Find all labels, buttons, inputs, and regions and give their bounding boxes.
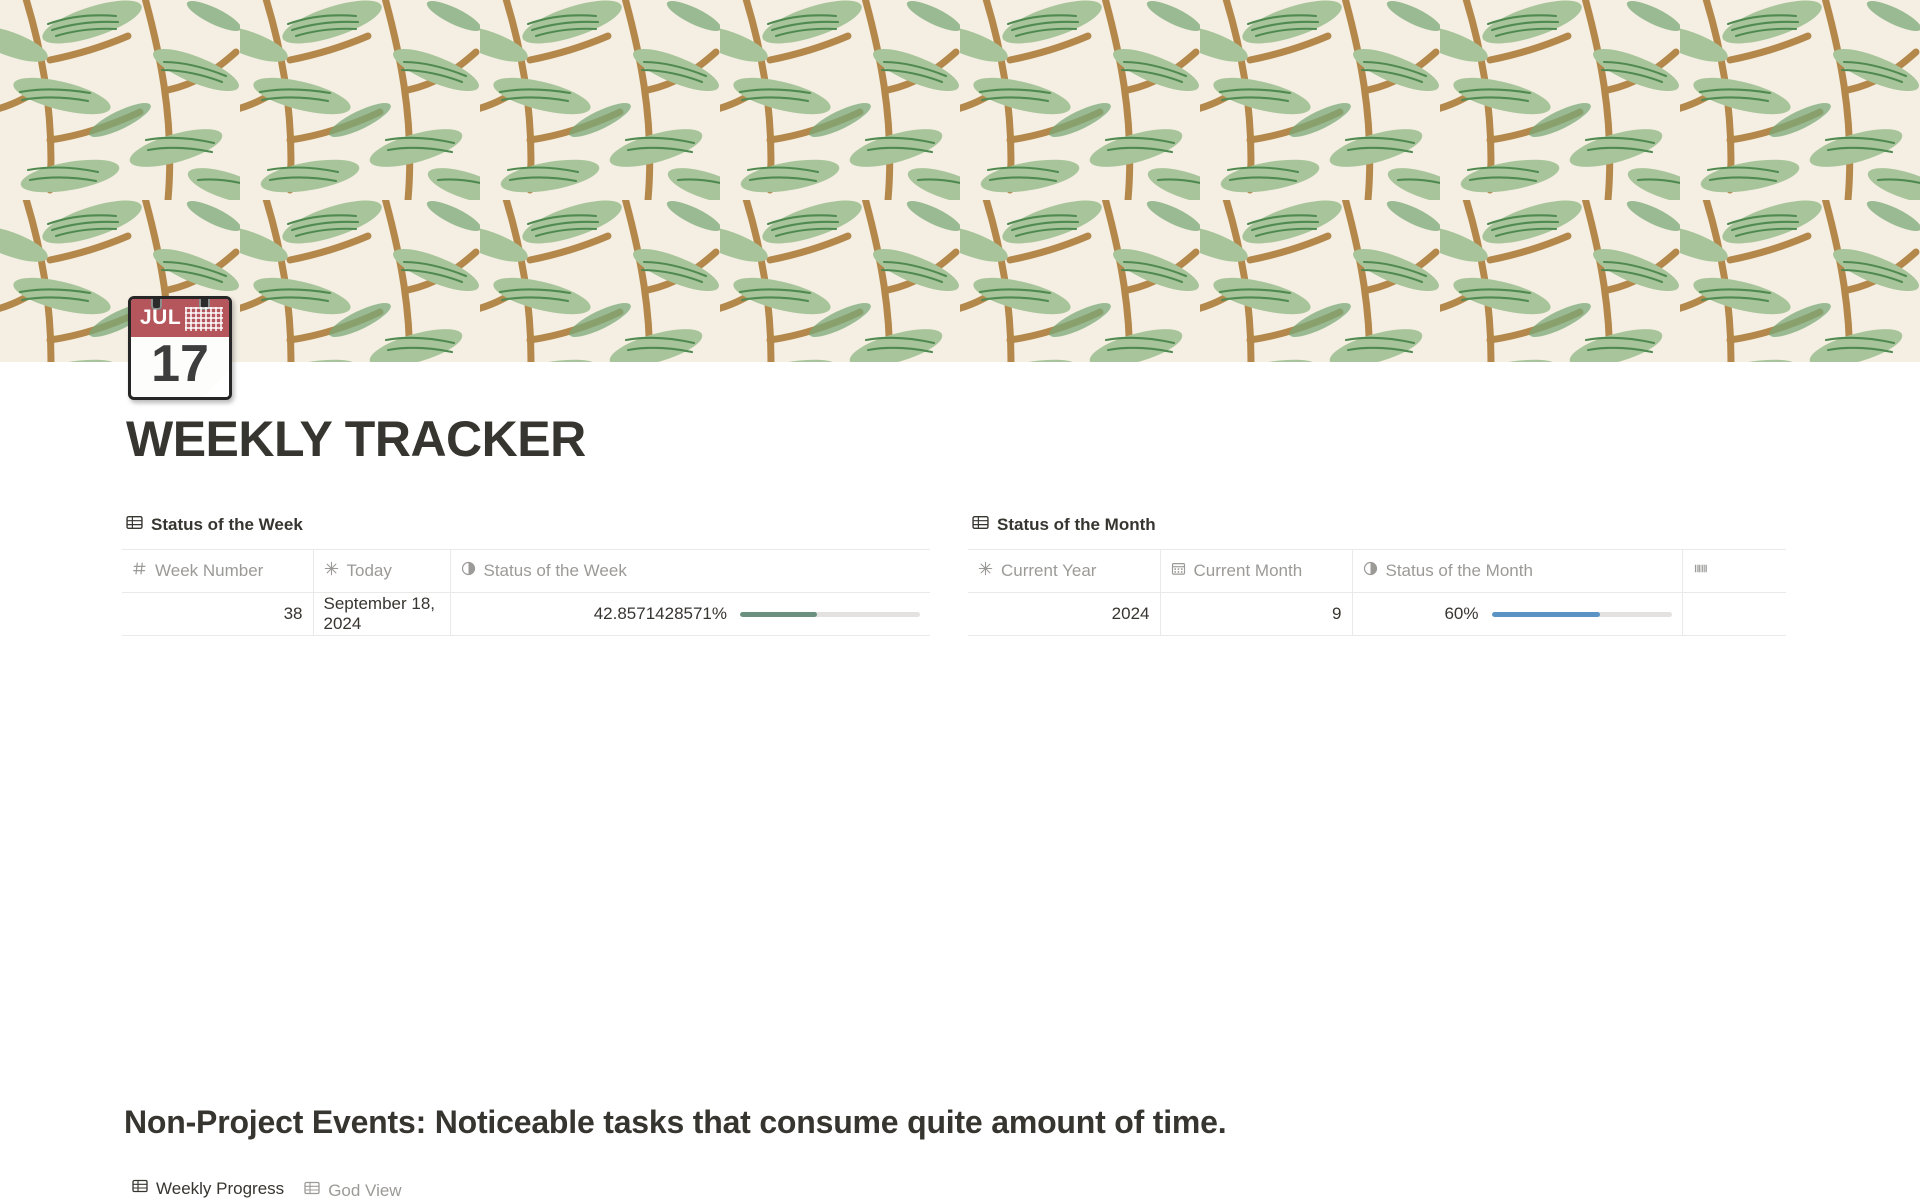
table-icon xyxy=(132,1178,148,1199)
status-of-the-week-block: Status of the Week Week Number Today Sta… xyxy=(122,514,930,636)
cell-status-month[interactable]: 60% xyxy=(1352,592,1683,636)
cell-status-week[interactable]: 42.8571428571% xyxy=(450,592,930,636)
status-week-value: 42.8571428571% xyxy=(593,604,727,623)
number-icon xyxy=(132,561,147,581)
table-icon xyxy=(126,514,143,536)
col-today-label: Today xyxy=(346,561,392,580)
table-icon xyxy=(972,514,989,536)
col-current-month[interactable]: Current Month xyxy=(1160,549,1353,593)
calendar-mini-grid xyxy=(185,307,223,331)
col-barcode[interactable] xyxy=(1682,549,1786,593)
page-banner xyxy=(0,0,1920,362)
tab-weekly-progress[interactable]: Weekly Progress xyxy=(124,1178,292,1199)
view-tabs: Weekly Progress God View xyxy=(124,1174,1804,1199)
col-status-week[interactable]: Status of the Week xyxy=(450,549,930,593)
status-week-header-row: Week Number Today Status of the Week xyxy=(122,549,930,593)
tab-god-view-label: God View xyxy=(328,1180,402,1199)
status-week-row[interactable]: 38 September 18, 2024 42.8571428571% xyxy=(122,592,930,636)
tab-weekly-progress-label: Weekly Progress xyxy=(156,1178,285,1198)
formula-icon xyxy=(978,561,993,581)
table-icon xyxy=(304,1180,320,1199)
col-week-number-label: Week Number xyxy=(155,561,264,580)
banner-pattern xyxy=(0,0,1920,362)
col-status-month[interactable]: Status of the Month xyxy=(1352,549,1683,593)
status-week-progress-bar xyxy=(740,611,920,617)
date-icon xyxy=(1171,561,1186,581)
barcode-icon xyxy=(1693,561,1709,581)
col-week-number[interactable]: Week Number xyxy=(122,549,314,593)
section-heading[interactable]: Non-Project Events: Noticeable tasks tha… xyxy=(124,1104,1227,1141)
calendar-icon: JUL 17 xyxy=(128,296,232,400)
col-status-week-label: Status of the Week xyxy=(483,561,627,580)
status-month-progress-bar xyxy=(1491,611,1672,617)
status-month-row[interactable]: 2024 9 60% xyxy=(968,592,1786,636)
calendar-month-label: JUL xyxy=(140,306,182,329)
status-month-table: Current Year Current Month Status of the… xyxy=(968,549,1786,636)
formula-icon xyxy=(324,561,339,581)
status-tables-row: Status of the Week Week Number Today Sta… xyxy=(0,514,1920,636)
calendar-icon-header: JUL xyxy=(131,299,229,337)
cell-current-year[interactable]: 2024 xyxy=(968,592,1161,636)
progress-icon xyxy=(461,561,476,581)
cell-current-month[interactable]: 9 xyxy=(1160,592,1353,636)
status-of-the-month-block: Status of the Month Current Year Current… xyxy=(968,514,1786,636)
col-status-month-label: Status of the Month xyxy=(1385,561,1533,580)
cell-barcode[interactable] xyxy=(1682,592,1786,636)
status-month-db-name: Status of the Month xyxy=(997,515,1156,534)
status-week-table: Week Number Today Status of the Week 38 xyxy=(122,549,930,636)
col-current-month-label: Current Month xyxy=(1193,561,1303,580)
col-today[interactable]: Today xyxy=(313,549,451,593)
col-current-year[interactable]: Current Year xyxy=(968,549,1161,593)
cell-week-number[interactable]: 38 xyxy=(122,592,314,636)
status-week-db-title[interactable]: Status of the Week xyxy=(122,514,930,536)
status-month-db-title[interactable]: Status of the Month xyxy=(968,514,1786,536)
calendar-page-fold xyxy=(203,371,229,397)
status-week-db-name: Status of the Week xyxy=(151,515,303,534)
progress-icon xyxy=(1363,561,1378,581)
cell-today[interactable]: September 18, 2024 xyxy=(313,592,451,636)
status-month-header-row: Current Year Current Month Status of the… xyxy=(968,549,1786,593)
page-title[interactable]: WEEKLY TRACKER xyxy=(126,410,586,468)
tab-god-view[interactable]: God View xyxy=(296,1180,409,1199)
page-icon[interactable]: JUL 17 xyxy=(128,296,238,406)
col-current-year-label: Current Year xyxy=(1001,561,1097,580)
status-month-value: 60% xyxy=(1444,604,1479,623)
